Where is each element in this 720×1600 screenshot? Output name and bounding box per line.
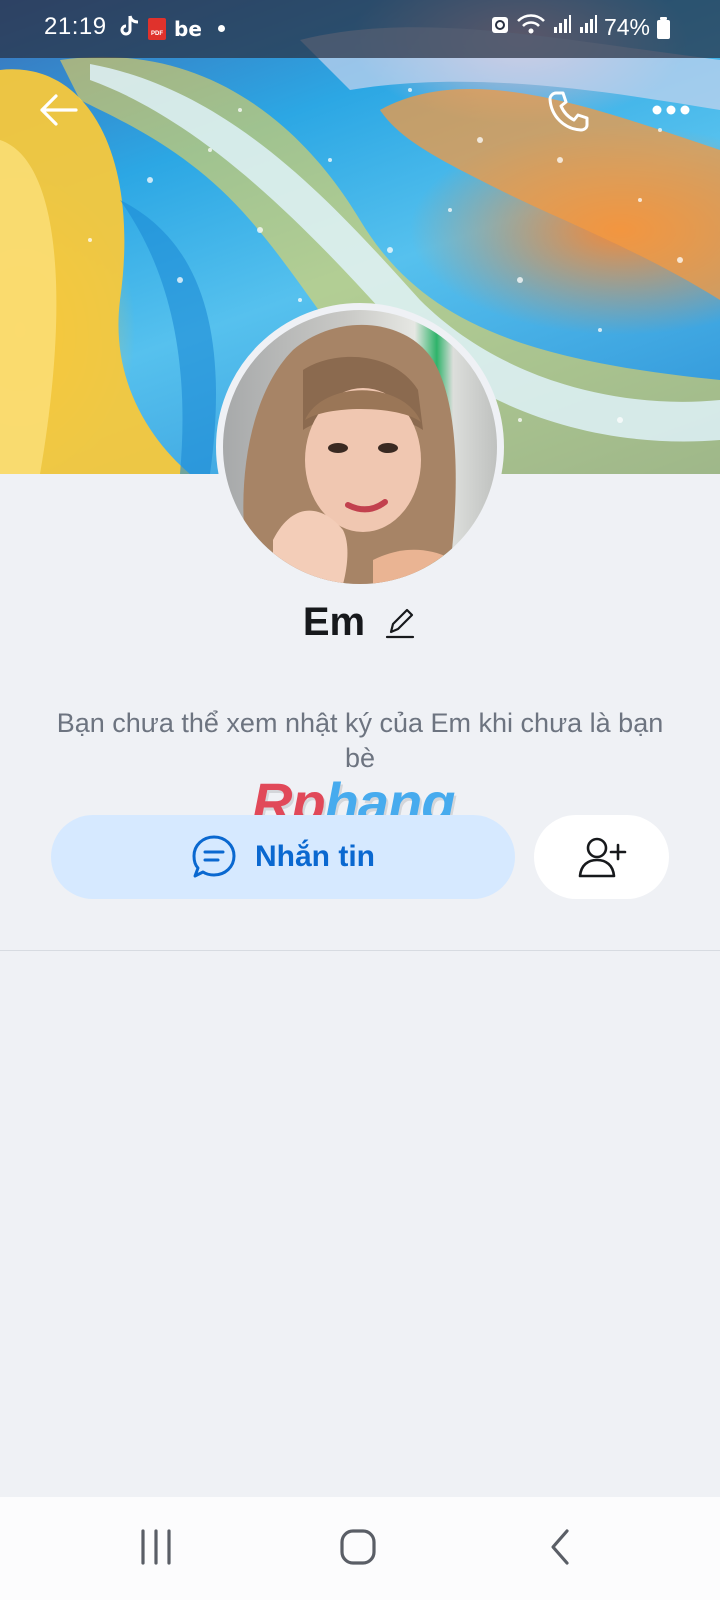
signal-icon-1: [552, 13, 572, 41]
back-button[interactable]: [34, 86, 82, 134]
home-button[interactable]: [318, 1519, 398, 1575]
arrow-left-icon: [40, 94, 78, 126]
more-notifications-dot: [217, 25, 225, 32]
status-time: 21:19: [44, 13, 107, 40]
avatar-photo: [243, 324, 483, 584]
notification-icons: PDF be: [118, 14, 225, 43]
profile-name: Em: [302, 600, 366, 644]
data-saver-icon: [490, 13, 510, 41]
pencil-icon: [386, 608, 415, 638]
message-button-label: Nhắn tin: [255, 840, 375, 873]
section-divider: [0, 950, 720, 951]
be-icon: be: [174, 16, 202, 41]
pdf-icon: PDF: [148, 17, 166, 40]
more-horizontal-icon: [652, 105, 690, 115]
back-nav-button[interactable]: [520, 1519, 600, 1575]
home-icon: [340, 1529, 376, 1565]
chat-bubble-icon: [192, 835, 236, 878]
message-button[interactable]: Nhắn tin: [51, 815, 515, 899]
add-friend-button[interactable]: [534, 815, 669, 899]
phone-icon: [548, 91, 589, 132]
status-bar: 21:19 PDF be 74%: [0, 0, 720, 58]
recent-apps-icon: [141, 1529, 171, 1565]
battery-percent: 74%: [603, 13, 650, 40]
call-button[interactable]: [541, 84, 595, 138]
friend-only-notice: Bạn chưa thể xem nhật ký của Em khi chưa…: [56, 708, 664, 773]
tiktok-icon: [118, 14, 140, 43]
profile-name-row: Em: [0, 600, 720, 645]
recent-apps-button[interactable]: [116, 1519, 196, 1575]
avatar[interactable]: [216, 303, 504, 591]
signal-icon-2: [578, 13, 598, 41]
wifi-icon: [516, 13, 546, 41]
user-plus-icon: [578, 837, 626, 878]
status-right: 74%: [490, 13, 650, 41]
chevron-left-icon: [551, 1529, 569, 1565]
system-navigation-bar: [0, 1497, 720, 1600]
more-button[interactable]: [645, 92, 697, 128]
battery-icon: [657, 17, 670, 39]
edit-name-button[interactable]: [383, 603, 417, 643]
